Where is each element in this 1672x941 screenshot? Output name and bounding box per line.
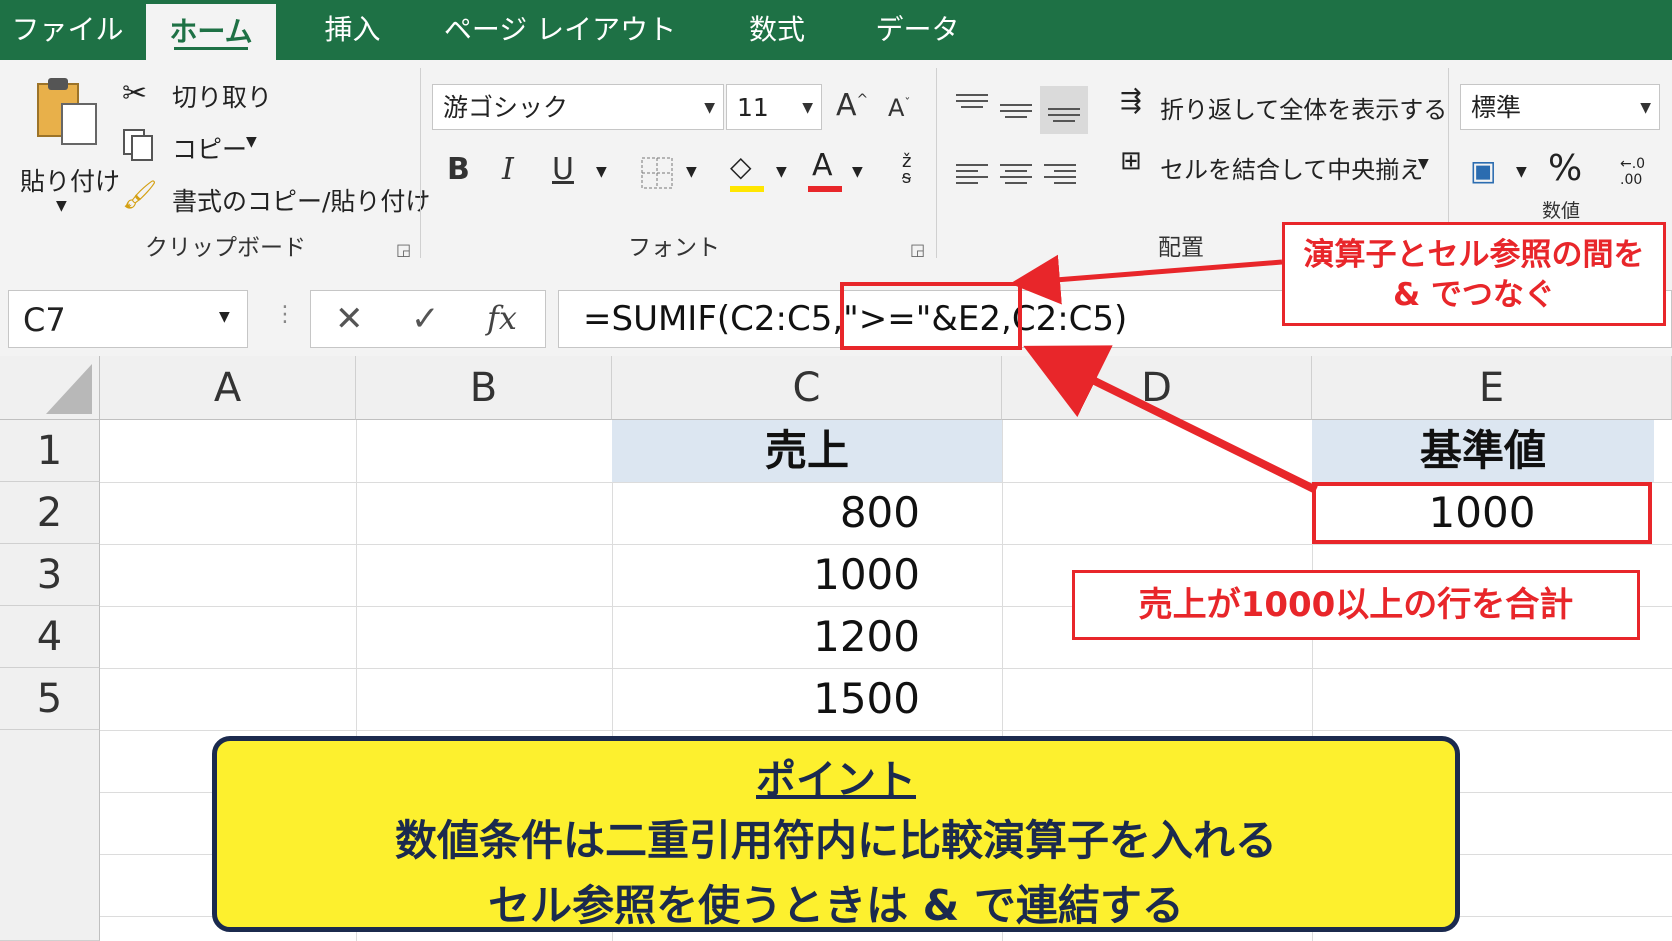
arrow-from-e2 — [1023, 345, 1318, 494]
point-line1: 数値条件は二重引用符内に比較演算子を入れる — [394, 816, 1277, 865]
point-line2: セル参照を使うときは & で連結する — [488, 881, 1184, 930]
point-box: ポイント 数値条件は二重引用符内に比較演算子を入れる セル参照を使うときは & … — [212, 736, 1460, 932]
arrow-to-formula-box — [1010, 254, 1283, 305]
point-title: ポイント — [756, 757, 916, 803]
